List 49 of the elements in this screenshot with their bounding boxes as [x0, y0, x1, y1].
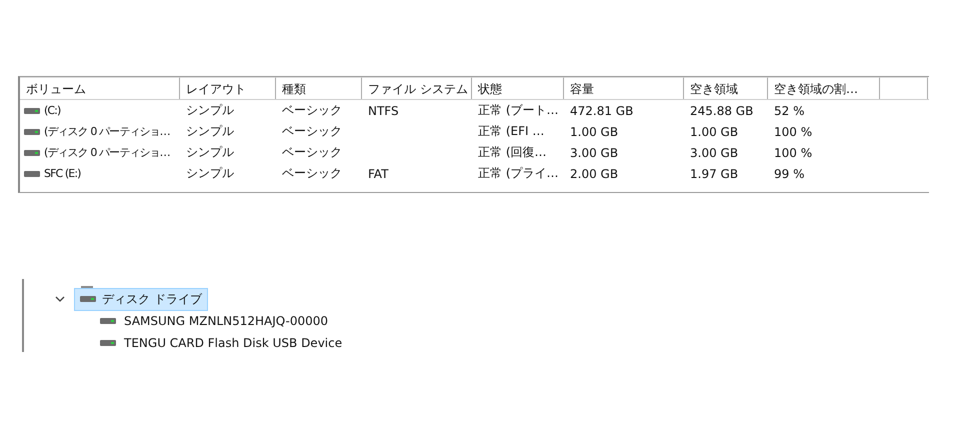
- drive-icon: [100, 317, 116, 325]
- table-cell: ベーシック: [282, 144, 342, 161]
- table-cell: 3.00 GB: [570, 146, 618, 160]
- table-cell: 3.00 GB: [690, 146, 738, 160]
- column-header[interactable]: 種類: [282, 82, 306, 96]
- tree-item[interactable]: TENGU CARD Flash Disk USB Device: [124, 336, 342, 350]
- tree-item[interactable]: SAMSUNG MZNLN512HAJQ-00000: [124, 314, 328, 328]
- table-cell: 正常 (EFI …: [478, 123, 544, 140]
- drive-icon: [24, 128, 40, 136]
- table-cell: ベーシック: [282, 102, 342, 119]
- table-cell: ベーシック: [282, 123, 342, 140]
- column-header[interactable]: ファイル システム: [368, 82, 468, 96]
- table-cell: SFC (E:): [44, 167, 81, 180]
- table-cell: 1.97 GB: [690, 166, 738, 180]
- drive-icon: [100, 339, 116, 347]
- table-cell: シンプル: [186, 144, 234, 161]
- table-cell: 99 %: [774, 166, 804, 180]
- column-header[interactable]: 空き領域の割…: [774, 82, 858, 96]
- table-cell: 正常 (回復…: [478, 144, 546, 161]
- drive-icon: [80, 295, 96, 303]
- table-cell: 52 %: [774, 104, 804, 118]
- caret-icon[interactable]: [54, 295, 66, 303]
- table-cell: 1.00 GB: [690, 124, 738, 138]
- tree-item[interactable]: ディスク ドライブ: [74, 288, 208, 310]
- table-cell: シンプル: [186, 123, 234, 140]
- drive-icon: [24, 170, 40, 178]
- column-header[interactable]: 容量: [570, 82, 594, 96]
- column-header[interactable]: 状態: [478, 82, 502, 96]
- table-cell: 2.00 GB: [570, 166, 618, 180]
- table-cell: 正常 (プライ…: [478, 165, 558, 182]
- column-header[interactable]: レイアウト: [186, 82, 246, 96]
- table-cell: 正常 (ブート…: [478, 102, 558, 119]
- table-cell: シンプル: [186, 165, 234, 182]
- table-cell: (ディスク 0 パーティショ…: [44, 145, 170, 160]
- drive-icon: [24, 148, 40, 156]
- table-cell: シンプル: [186, 102, 234, 119]
- table-cell: 245.88 GB: [690, 104, 754, 118]
- drive-icon: [24, 106, 40, 114]
- table-cell: (ディスク 0 パーティショ…: [44, 124, 170, 139]
- table-cell: (C:): [44, 104, 60, 117]
- column-header[interactable]: ボリューム: [26, 82, 86, 96]
- table-cell: 100 %: [774, 124, 812, 138]
- table-cell: NTFS: [368, 104, 399, 118]
- table-cell: ベーシック: [282, 165, 342, 182]
- column-header[interactable]: 空き領域: [690, 82, 738, 96]
- table-cell: 100 %: [774, 146, 812, 160]
- table-cell: 472.81 GB: [570, 104, 634, 118]
- table-cell: FAT: [368, 166, 388, 180]
- table-cell: 1.00 GB: [570, 124, 618, 138]
